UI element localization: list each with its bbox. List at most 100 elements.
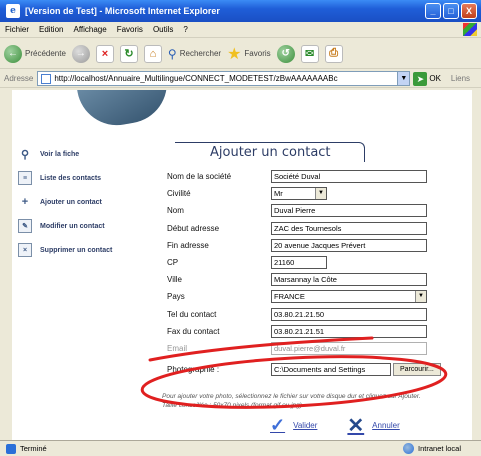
search-icon: ⚲ xyxy=(167,46,177,61)
form-row-email: Email duval.pierre@duval.fr xyxy=(167,340,467,357)
sidebar-item-label: Voir la fiche xyxy=(40,150,80,158)
forward-button[interactable]: → xyxy=(71,44,90,63)
menu-outils[interactable]: Outils xyxy=(148,25,178,34)
history-button[interactable]: ↺ xyxy=(276,44,295,63)
form-row-pays: Pays FRANCE ▼ xyxy=(167,288,467,305)
sidebar-item-label: Ajouter un contact xyxy=(40,198,102,206)
delete-icon: × xyxy=(18,243,32,257)
fin-adresse-input[interactable]: 20 avenue Jacques Prévert xyxy=(271,238,427,252)
photo-hint-line: Taille conseillée : 50x70 pixels (format… xyxy=(162,402,302,409)
form-row-societe: Nom de la société Société Duval xyxy=(167,168,467,185)
magnifier-icon: ⚲ xyxy=(20,148,30,161)
page-title: Ajouter un contact xyxy=(175,142,365,162)
sidebar-nav: ⚲ Voir la fiche ≡ Liste des contacts + A… xyxy=(18,142,148,262)
favorites-button[interactable]: ★ Favoris xyxy=(227,44,271,64)
sidebar-item-label: Supprimer un contact xyxy=(40,246,113,254)
photo-file-input[interactable]: C:\Documents and Settings xyxy=(271,363,391,377)
address-input[interactable]: http://localhost/Annuaire_Multilingue/CO… xyxy=(37,71,411,86)
menu-affichage[interactable]: Affichage xyxy=(68,25,111,34)
debut-adresse-input[interactable]: ZAC des Tournesols xyxy=(271,221,427,235)
stop-button[interactable]: × xyxy=(95,44,114,63)
field-label: Email xyxy=(167,343,188,353)
go-arrow-icon: ➤ xyxy=(413,71,428,86)
form-row-cp: CP 21160 xyxy=(167,254,467,271)
sidebar-item-liste-contacts[interactable]: ≡ Liste des contacts xyxy=(18,166,148,190)
field-label: Tel du contact xyxy=(167,309,217,319)
cancel-label: Annuler xyxy=(372,421,400,430)
back-label: Précédente xyxy=(25,49,66,58)
nom-input[interactable]: Duval Pierre xyxy=(271,204,427,218)
fax-input[interactable]: 03.80.21.21.51 xyxy=(271,324,427,338)
page-loaded-icon xyxy=(6,443,16,454)
minimize-button[interactable]: _ xyxy=(425,3,441,19)
form-row-fax: Fax du contact 03.80.21.21.51 xyxy=(167,323,467,340)
checkmark-icon: ✓ xyxy=(270,415,286,435)
globe-icon xyxy=(403,443,415,454)
sidebar-item-label: Liste des contacts xyxy=(40,174,102,182)
window-title: [Version de Test] - Microsoft Internet E… xyxy=(25,6,220,16)
form-row-fin-adresse: Fin adresse 20 avenue Jacques Prévert xyxy=(167,237,467,254)
links-button[interactable]: Liens xyxy=(451,74,470,83)
maximize-button[interactable]: □ xyxy=(443,3,459,19)
sidebar-item-ajouter-contact[interactable]: + Ajouter un contact xyxy=(18,190,148,214)
societe-input[interactable]: Société Duval xyxy=(271,170,427,184)
sidebar-item-voir-fiche[interactable]: ⚲ Voir la fiche xyxy=(18,142,148,166)
security-zone: Intranet local xyxy=(403,443,461,454)
cancel-button[interactable]: ✕ Annuler xyxy=(347,413,399,438)
pays-select[interactable]: FRANCE ▼ xyxy=(271,290,427,304)
form-row-debut-adresse: Début adresse ZAC des Tournesols xyxy=(167,220,467,237)
edit-icon: ✎ xyxy=(18,219,32,233)
field-label: Pays xyxy=(167,292,185,302)
window-controls: _ □ X xyxy=(425,3,477,19)
photo-hint: Pour ajouter votre photo, sélectionnez l… xyxy=(162,392,462,410)
field-label: Fax du contact xyxy=(167,326,220,336)
field-label: Nom xyxy=(167,206,184,216)
select-value: Mr xyxy=(274,189,283,199)
title-bar: e [Version de Test] - Microsoft Internet… xyxy=(0,0,481,22)
add-icon: + xyxy=(21,196,29,208)
menu-help[interactable]: ? xyxy=(178,25,192,34)
ie-logo-icon: e xyxy=(6,4,20,18)
home-button[interactable]: ⌂ xyxy=(143,44,162,63)
list-icon: ≡ xyxy=(18,171,32,185)
close-button[interactable]: X xyxy=(461,3,477,19)
sidebar-item-modifier-contact[interactable]: ✎ Modifier un contact xyxy=(18,214,148,238)
go-label: OK xyxy=(429,74,441,83)
chevron-down-icon[interactable]: ▼ xyxy=(397,72,410,85)
chevron-down-icon: ▼ xyxy=(315,188,326,200)
ville-input[interactable]: Marsannay la Côte xyxy=(271,273,427,287)
toolbar: ← Précédente → × ↻ ⌂ ⚲ Rechercher ★ Favo… xyxy=(0,39,481,69)
mail-button[interactable]: ✉ xyxy=(300,44,319,63)
field-label: Fin adresse xyxy=(167,240,209,250)
validate-label: Valider xyxy=(293,421,318,430)
status-text: Terminé xyxy=(20,444,47,453)
form-row-photo: Photographie : C:\Documents and Settings… xyxy=(167,361,467,378)
sidebar-item-label: Modifier un contact xyxy=(40,222,105,230)
go-button[interactable]: ➤ OK xyxy=(413,71,441,86)
email-input[interactable]: duval.pierre@duval.fr xyxy=(271,341,427,355)
form-row-ville: Ville Marsannay la Côte xyxy=(167,271,467,288)
validate-button[interactable]: ✓ Valider xyxy=(270,415,317,436)
menu-bar: Fichier Edition Affichage Favoris Outils… xyxy=(0,22,481,38)
civilite-select[interactable]: Mr ▼ xyxy=(271,187,327,201)
menu-fichier[interactable]: Fichier xyxy=(0,25,34,34)
form-row-civilite: Civilité Mr ▼ xyxy=(167,185,467,202)
star-icon: ★ xyxy=(227,45,242,63)
zone-label: Intranet local xyxy=(418,444,461,453)
cp-input[interactable]: 21160 xyxy=(271,256,327,270)
page-icon xyxy=(41,73,52,84)
browser-window: e [Version de Test] - Microsoft Internet… xyxy=(0,0,481,456)
form-row-nom: Nom Duval Pierre xyxy=(167,202,467,219)
search-label: Rechercher xyxy=(179,49,222,58)
refresh-button[interactable]: ↻ xyxy=(119,44,138,63)
browse-button[interactable]: Parcourir... xyxy=(393,363,441,377)
menu-favoris[interactable]: Favoris xyxy=(112,25,148,34)
menu-edition[interactable]: Edition xyxy=(34,25,68,34)
print-button[interactable]: ⎙ xyxy=(324,44,343,63)
field-label: Photographie : xyxy=(167,365,220,375)
back-button[interactable]: ← Précédente xyxy=(4,44,66,63)
photo-hint-line: Pour ajouter votre photo, sélectionnez l… xyxy=(162,393,421,400)
search-button[interactable]: ⚲ Rechercher xyxy=(168,47,221,61)
sidebar-item-supprimer-contact[interactable]: × Supprimer un contact xyxy=(18,238,148,262)
tel-input[interactable]: 03.80.21.21.50 xyxy=(271,307,427,321)
